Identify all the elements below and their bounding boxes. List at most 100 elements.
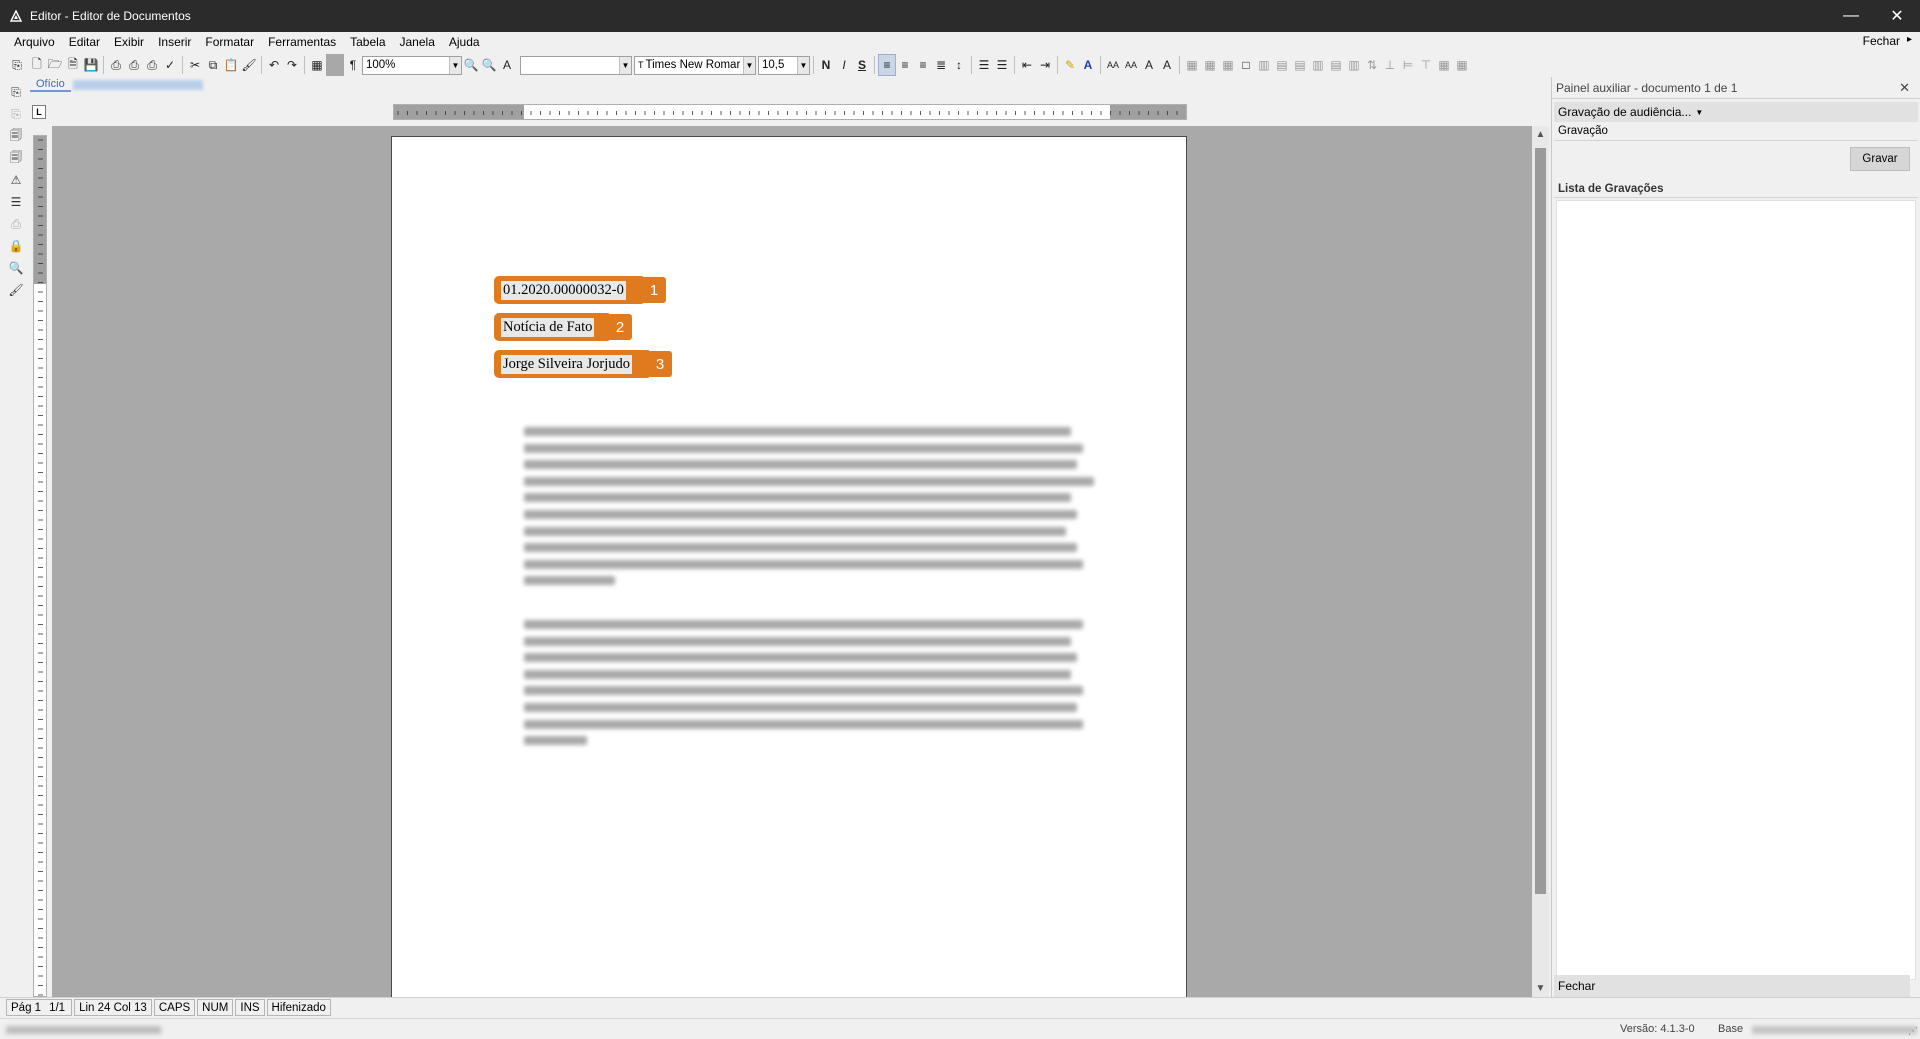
menu-ajuda[interactable]: Ajuda xyxy=(442,35,487,49)
table-sort-icon[interactable]: ⇅ xyxy=(1363,54,1381,76)
print-disabled-icon[interactable]: ⎙ xyxy=(5,213,27,235)
table-merge-icon[interactable]: ▤ xyxy=(1291,54,1309,76)
table-insert-icon[interactable]: ▦ xyxy=(1219,54,1237,76)
save-icon[interactable]: 💾 xyxy=(82,54,100,76)
align-right-icon[interactable]: ≡ xyxy=(914,54,932,76)
print-preview-icon[interactable]: ⎙ xyxy=(125,54,143,76)
menu-formatar[interactable]: Formatar xyxy=(198,35,261,49)
align-justify-icon[interactable]: ≣ xyxy=(932,54,950,76)
print-setup-icon[interactable]: ⎙ xyxy=(143,54,161,76)
chevron-down-icon[interactable]: ▼ xyxy=(743,56,755,74)
chevron-down-icon[interactable]: ▼ xyxy=(449,56,461,74)
table-split-cells-icon[interactable]: ⊥ xyxy=(1381,54,1399,76)
zoom-in-icon[interactable]: 🔍 xyxy=(480,54,498,76)
table-props-icon[interactable]: ▥ xyxy=(1345,54,1363,76)
font-select[interactable]: T Times New Romar ▼ xyxy=(634,55,756,75)
document-field[interactable]: 01.2020.00000032-0 xyxy=(494,276,646,304)
resize-grip-icon[interactable]: ⋰ xyxy=(1908,1026,1918,1037)
menu-ferramentas[interactable]: Ferramentas xyxy=(261,35,343,49)
chevron-down-icon[interactable]: ▼ xyxy=(797,56,809,74)
close-document-menu[interactable]: Fechar xyxy=(1863,34,1900,48)
underline-button[interactable]: S xyxy=(853,54,871,76)
minimize-button[interactable]: — xyxy=(1828,0,1874,32)
style-icon[interactable]: A xyxy=(498,54,516,76)
table-grid-icon[interactable]: ▦ xyxy=(308,54,326,76)
zoom-out-icon[interactable]: 🔍 xyxy=(462,54,480,76)
menu-arquivo[interactable]: Arquivo xyxy=(0,35,62,49)
numbered-list-icon[interactable]: ☰ xyxy=(993,54,1011,76)
copy-icon[interactable]: ⧉ xyxy=(204,54,222,76)
open-folder-icon[interactable]: 🗁 xyxy=(46,54,64,76)
menu-exibir[interactable]: Exibir xyxy=(107,35,151,49)
scroll-down-icon[interactable]: ▼ xyxy=(1532,980,1549,997)
copy-template-icon[interactable]: 🗐 xyxy=(5,147,27,169)
panel-close-button[interactable]: Fechar xyxy=(1554,975,1910,997)
horizontal-ruler[interactable] xyxy=(393,104,1187,120)
table-outer-border-icon[interactable]: □ xyxy=(1237,54,1255,76)
document-field[interactable]: Notícia de Fato xyxy=(494,313,612,341)
italic-button[interactable]: I xyxy=(835,54,853,76)
table-split-icon[interactable]: ▥ xyxy=(1309,54,1327,76)
change-case-icon[interactable]: A xyxy=(1140,54,1158,76)
template-icon[interactable]: 🗐 xyxy=(5,125,27,147)
pilcrow-icon[interactable]: ¶ xyxy=(344,54,362,76)
table-grid-more-icon[interactable]: ▦ xyxy=(1435,54,1453,76)
table-col-icon[interactable]: ▥ xyxy=(1255,54,1273,76)
record-button[interactable]: Gravar xyxy=(1850,147,1910,171)
shrink-font-icon[interactable]: AA xyxy=(1122,54,1140,76)
new-from-model-icon[interactable]: ⎘ xyxy=(6,54,28,76)
table-row-icon[interactable]: ▤ xyxy=(1273,54,1291,76)
increase-indent-icon[interactable]: ⇥ xyxy=(1036,54,1054,76)
document-field[interactable]: Jorge Silveira Jorjudo xyxy=(494,350,652,378)
menu-janela[interactable]: Janela xyxy=(393,35,442,49)
table-borders-icon[interactable]: ▦ xyxy=(1183,54,1201,76)
field-disabled-icon[interactable]: ⎘ xyxy=(5,103,27,125)
table-align-icon[interactable]: ⊨ xyxy=(1399,54,1417,76)
shading-toggle-icon[interactable] xyxy=(326,54,344,76)
list-doc-icon[interactable]: ☰ xyxy=(5,191,27,213)
close-window-button[interactable]: ✕ xyxy=(1874,0,1920,32)
font-color-icon[interactable]: A xyxy=(1079,54,1097,76)
spell-check-icon[interactable]: ✓ xyxy=(161,54,179,76)
search-disabled-icon[interactable]: 🔍 xyxy=(5,257,27,279)
recordings-list[interactable] xyxy=(1556,200,1916,980)
decrease-indent-icon[interactable]: ⇤ xyxy=(1018,54,1036,76)
line-spacing-icon[interactable]: ↕ xyxy=(950,54,968,76)
scroll-up-icon[interactable]: ▲ xyxy=(1532,126,1549,143)
grow-font-icon[interactable]: AA xyxy=(1104,54,1122,76)
warning-doc-icon[interactable]: ⚠ xyxy=(5,169,27,191)
document-page[interactable]: 01.2020.00000032-0 1 Notícia de Fato 2 J… xyxy=(391,136,1187,997)
paste-icon[interactable]: 📋 xyxy=(222,54,240,76)
table-delete-icon[interactable]: ▤ xyxy=(1327,54,1345,76)
table-filter-icon[interactable]: ⊤ xyxy=(1417,54,1435,76)
cut-icon[interactable]: ✂ xyxy=(186,54,204,76)
field-insert-icon[interactable]: ⎘ xyxy=(5,81,27,103)
align-left-icon[interactable]: ≡ xyxy=(878,54,896,76)
panel-mode-dropdown[interactable]: Gravação de audiência... ▼ xyxy=(1554,102,1918,122)
table-options-icon[interactable]: ▦ xyxy=(1453,54,1471,76)
print-icon[interactable]: ⎙ xyxy=(107,54,125,76)
chevron-down-icon[interactable]: ▼ xyxy=(619,56,631,74)
lock-icon[interactable]: 🔒 xyxy=(5,235,27,257)
zoom-select[interactable]: 100% ▼ xyxy=(362,55,462,75)
tab-oficio[interactable]: Ofício xyxy=(30,78,71,92)
clear-format-icon[interactable]: A xyxy=(1158,54,1176,76)
font-size-select[interactable]: 10,5 ▼ xyxy=(758,55,810,75)
scrollbar-thumb[interactable] xyxy=(1535,148,1546,894)
new-document-icon[interactable]: 🗋 xyxy=(28,54,46,76)
redo-icon[interactable]: ↷ xyxy=(283,54,301,76)
highlight-icon[interactable]: ✎ xyxy=(1061,54,1079,76)
open-model-icon[interactable]: 🗎 xyxy=(64,54,82,76)
align-center-icon[interactable]: ≡ xyxy=(896,54,914,76)
close-panel-icon[interactable]: ✕ xyxy=(1899,80,1910,96)
document-scrollbar[interactable]: ▲ ▼ xyxy=(1532,126,1549,997)
table-inner-borders-icon[interactable]: ▦ xyxy=(1201,54,1219,76)
vertical-ruler[interactable] xyxy=(33,135,47,997)
bold-button[interactable]: N xyxy=(817,54,835,76)
bullet-list-icon[interactable]: ☰ xyxy=(975,54,993,76)
format-painter-icon[interactable]: 🖌 xyxy=(240,54,258,76)
tab-stop-selector[interactable]: L xyxy=(32,105,46,119)
menu-inserir[interactable]: Inserir xyxy=(151,35,198,49)
style-select[interactable]: ▼ xyxy=(520,55,632,75)
close-document-arrow[interactable]: ▸ xyxy=(1907,34,1912,45)
